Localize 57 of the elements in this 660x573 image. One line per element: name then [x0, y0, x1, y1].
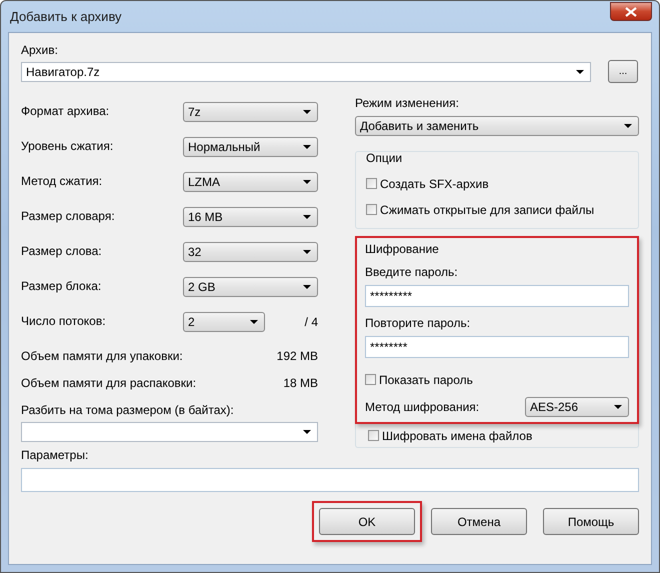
parameters-field[interactable] [21, 468, 639, 492]
parameters-label: Параметры: [21, 448, 90, 463]
option-checkbox[interactable]: Сжимать открытые для записи файлы [366, 202, 628, 217]
dropdown-arrow-icon [303, 250, 311, 254]
show-password-checkbox[interactable]: Показать пароль [365, 372, 629, 387]
dialog-button[interactable]: Помощь [543, 508, 639, 535]
dropdown-arrow-icon [303, 110, 311, 114]
split-label: Разбить на тома размером (в байтах): [21, 403, 235, 418]
setting-dropdown[interactable]: Нормальный [183, 136, 318, 156]
setting-label: Размер слова: [21, 244, 103, 259]
dialog-button[interactable]: OK [319, 508, 415, 535]
setting-label: Уровень сжатия: [21, 139, 114, 154]
dropdown-arrow-icon [303, 214, 311, 218]
thread-count-text: / 4 [304, 314, 318, 328]
dropdown-arrow-icon [250, 320, 258, 324]
setting-dropdown[interactable]: LZMA [183, 172, 318, 192]
dropdown-arrow-icon [624, 124, 632, 128]
close-button[interactable] [610, 2, 652, 21]
repeat-password-label: Повторите пароль: [365, 316, 472, 331]
dialog-button[interactable]: Отмена [431, 508, 527, 535]
setting-dropdown[interactable]: 16 MB [183, 206, 318, 226]
option-checkbox[interactable]: Создать SFX-архив [366, 176, 628, 191]
dropdown-arrow-icon [303, 284, 311, 288]
split-size-combo[interactable] [21, 422, 318, 442]
window-title: Добавить к архиву [9, 9, 122, 24]
setting-label: Число потоков: [21, 314, 107, 329]
setting-label: Формат архива: [21, 104, 110, 119]
close-icon [625, 6, 637, 16]
password-label: Введите пароль: [365, 265, 459, 280]
archive-label: Архив: [21, 43, 59, 58]
browse-button[interactable]: ... [608, 60, 638, 83]
memory-value: 18 MB [283, 376, 318, 391]
group-title: Опции [366, 151, 404, 165]
setting-label: Размер блока: [21, 279, 102, 294]
setting-dropdown[interactable]: 2 [183, 312, 265, 332]
archive-combo[interactable]: Навигатор.7z [21, 62, 591, 82]
memory-value: 192 MB [276, 349, 318, 364]
setting-dropdown[interactable]: 2 GB [183, 276, 318, 296]
memory-label: Объем памяти для упаковки: [21, 349, 183, 364]
dropdown-arrow-icon [576, 70, 584, 74]
setting-dropdown[interactable]: 7z [183, 102, 318, 122]
setting-dropdown[interactable]: 32 [183, 242, 318, 262]
dropdown-arrow-icon [614, 405, 622, 409]
update-mode-label: Режим изменения: [355, 96, 460, 111]
dropdown-arrow-icon [303, 430, 311, 434]
encryption-method-label: Метод шифрования: [365, 400, 480, 414]
setting-label: Метод сжатия: [21, 174, 104, 189]
group-title: Шифрование [365, 242, 440, 256]
encryption-method-dropdown[interactable]: AES-256 [525, 397, 629, 417]
dropdown-arrow-icon [303, 180, 311, 184]
repeat-password-field[interactable]: ******** [365, 336, 629, 358]
update-mode-dropdown[interactable]: Добавить и заменить [355, 116, 639, 136]
encrypt-names-checkbox[interactable]: Шифровать имена файлов [368, 428, 638, 443]
memory-label: Объем памяти для распаковки: [21, 376, 196, 391]
password-field[interactable]: ********* [365, 285, 629, 307]
dropdown-arrow-icon [303, 144, 311, 148]
setting-label: Размер словаря: [21, 209, 116, 224]
